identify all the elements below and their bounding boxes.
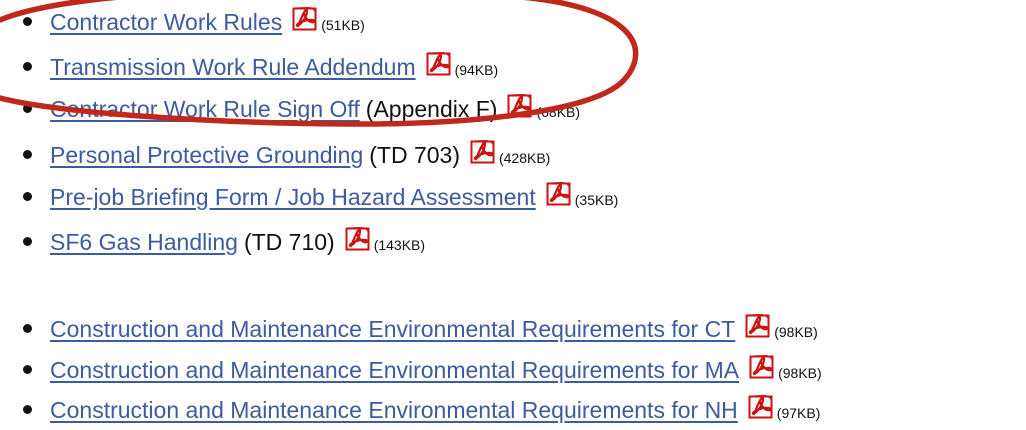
document-link[interactable]: Construction and Maintenance Environment… [50, 353, 739, 387]
bullet [23, 150, 32, 159]
bullet [23, 237, 32, 246]
bullet [23, 62, 32, 71]
document-link[interactable]: Construction and Maintenance Environment… [50, 393, 738, 427]
file-size: (98KB) [778, 365, 822, 381]
document-list: Contractor Work Rules (51KB) Transmissio… [0, 0, 1026, 427]
document-suffix: (TD 703) [369, 142, 460, 168]
pdf-file-icon[interactable] [470, 138, 497, 165]
bullet [23, 405, 32, 414]
bullet [23, 192, 32, 201]
document-suffix: (TD 710) [243, 229, 335, 255]
file-size: (35KB) [574, 192, 619, 208]
bullet [23, 365, 32, 374]
file-size: (94KB) [454, 62, 499, 78]
pdf-file-icon[interactable] [292, 5, 319, 32]
pdf-file-icon[interactable] [546, 180, 573, 207]
document-link[interactable]: SF6 Gas Handling [50, 225, 238, 259]
pdf-file-icon[interactable] [748, 393, 775, 420]
document-link[interactable]: Pre-job Briefing Form / Job Hazard Asses… [50, 180, 536, 214]
pdf-file-icon[interactable] [426, 50, 453, 77]
pdf-file-icon[interactable] [745, 312, 772, 339]
document-link[interactable]: Contractor Work Rule Sign Off [50, 92, 360, 126]
bullet [23, 17, 32, 26]
file-size: (51KB) [321, 17, 365, 33]
pdf-file-icon[interactable] [345, 225, 372, 252]
pdf-file-icon[interactable] [507, 92, 534, 119]
document-link[interactable]: Contractor Work Rules [50, 5, 282, 39]
file-size: (97KB) [776, 405, 821, 421]
document-suffix: (Appendix F) [365, 96, 498, 122]
document-link[interactable]: Transmission Work Rule Addendum [50, 50, 416, 84]
bullet [23, 324, 32, 333]
file-size: (428KB) [498, 150, 551, 166]
document-link[interactable]: Personal Protective Grounding [50, 138, 363, 172]
file-size: (143KB) [373, 237, 426, 253]
pdf-file-icon[interactable] [749, 353, 776, 380]
bullet [23, 104, 32, 113]
file-size: (68KB) [536, 104, 581, 120]
document-link[interactable]: Construction and Maintenance Environment… [50, 312, 735, 346]
file-size: (98KB) [774, 324, 818, 340]
